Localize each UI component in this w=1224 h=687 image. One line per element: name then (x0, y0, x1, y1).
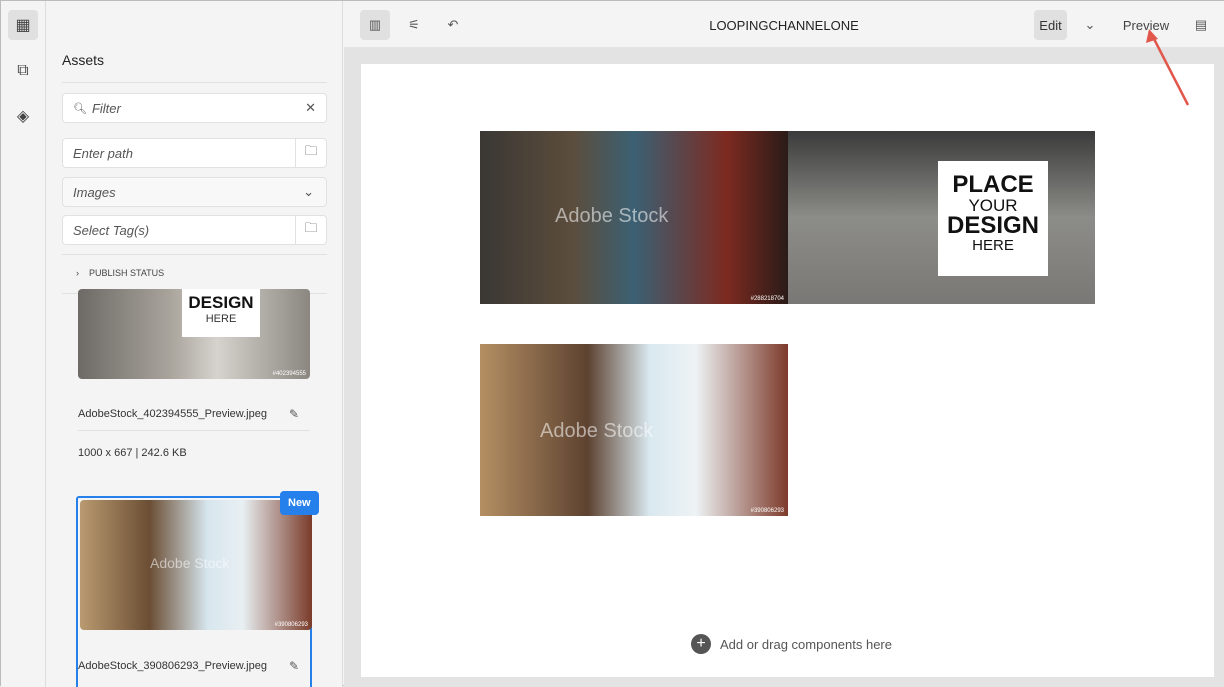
publish-status-toggle[interactable]: › PUBLISH STATUS (76, 268, 164, 278)
asset-meta: 1000 x 667 | 242.6 KB (78, 447, 187, 459)
search-icon: 🔍︎ (73, 102, 87, 115)
clear-icon[interactable]: ✕ (305, 100, 316, 116)
add-components-placeholder[interactable]: + Add or drag components here (691, 634, 892, 654)
layers-icon[interactable]: ◈ (8, 101, 38, 131)
side-rail: ▦ ⧉ ◈ (1, 1, 46, 687)
properties-icon[interactable]: ⚟ (400, 10, 428, 40)
edit-pencil-icon[interactable]: ✎ (289, 407, 299, 421)
chevron-right-icon: › (76, 268, 79, 278)
editor-toolbar: ▥ ⚟ ↶ LOOPINGCHANNELONE Edit ⌄ Preview ▤ (344, 1, 1224, 48)
folder-icon[interactable]: 🗀 (295, 216, 326, 244)
asset-card-selected[interactable]: Adobe Stock #390806293 (76, 496, 312, 687)
assets-panel: Assets 🔍︎ Filter ✕ Enter path 🗀 Images ⌄… (46, 1, 343, 687)
asset-type-select[interactable]: Images ⌄ (62, 177, 327, 207)
image-component[interactable]: Adobe Stock #288218704 (480, 131, 788, 304)
new-badge: New (280, 491, 319, 515)
annotation-arrow (1146, 29, 1190, 106)
chevron-down-icon: ⌄ (303, 184, 314, 199)
edit-mode-button[interactable]: Edit (1034, 10, 1067, 40)
filter-input[interactable]: 🔍︎ Filter ✕ (62, 93, 327, 123)
tags-input[interactable]: Select Tag(s) 🗀 (62, 215, 327, 245)
assets-icon[interactable]: ▦ (8, 10, 38, 40)
image-component[interactable]: Adobe Stock #390806293 (480, 344, 788, 516)
page-canvas: Adobe Stock #288218704 PLACE YOUR DESIGN… (361, 64, 1214, 677)
image-component[interactable]: PLACE YOUR DESIGN HERE (788, 131, 1095, 304)
page-title: LOOPINGCHANNELONE (709, 17, 859, 33)
asset-name: AdobeStock_390806293_Preview.jpeg (78, 660, 267, 672)
path-input[interactable]: Enter path 🗀 (62, 138, 327, 168)
undo-icon[interactable]: ↶ (440, 10, 466, 40)
panel-title: Assets (62, 52, 105, 68)
mode-dropdown-chevron-icon[interactable]: ⌄ (1078, 10, 1102, 40)
asset-name: AdobeStock_402394555_Preview.jpeg (78, 408, 267, 420)
edit-pencil-icon[interactable]: ✎ (289, 659, 299, 673)
add-circle-icon: + (691, 634, 711, 654)
asset-thumbnail[interactable]: DESIGN HERE #402394555 (78, 289, 310, 379)
folder-icon[interactable]: 🗀 (295, 139, 326, 167)
components-icon[interactable]: ⧉ (8, 56, 38, 86)
side-panel-toggle-icon[interactable]: ▥ (360, 10, 390, 40)
